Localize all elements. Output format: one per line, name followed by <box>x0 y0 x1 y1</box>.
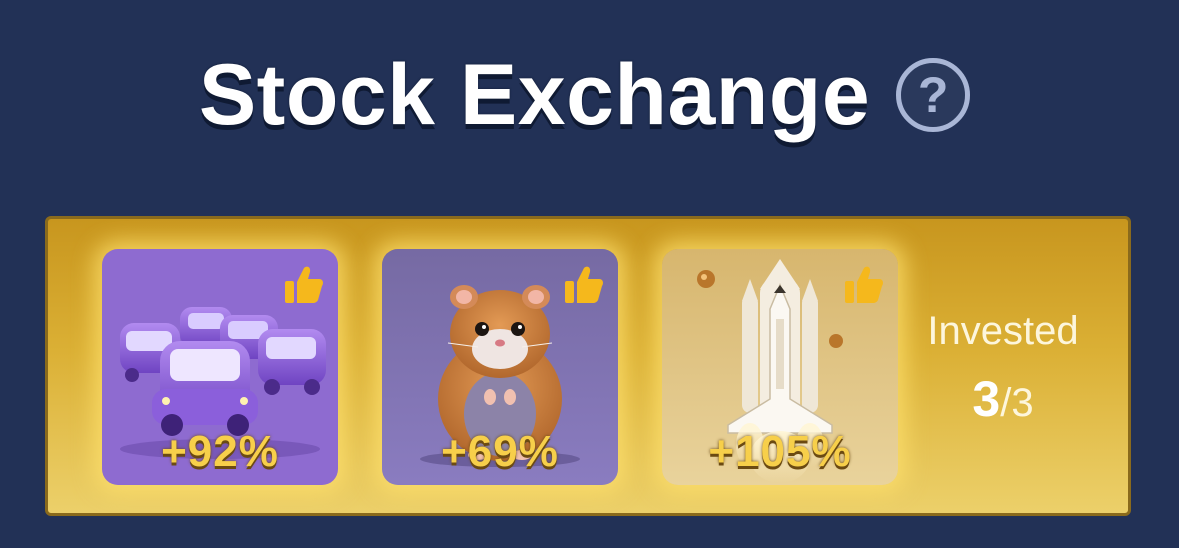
space-shuttle-card[interactable]: +105% <box>662 249 898 485</box>
hamster-card[interactable]: +69% <box>382 249 618 485</box>
invested-count: 3/3 <box>908 370 1098 428</box>
page-title: Stock Exchange <box>198 46 871 143</box>
invested-number: 3 <box>972 371 1001 427</box>
stock-exchange-screen: Stock Exchange ? +92% +69% +105% Investe… <box>0 0 1179 548</box>
header: Stock Exchange ? <box>0 40 1179 150</box>
percent-change: +105% <box>708 427 852 476</box>
help-button[interactable]: ? <box>896 58 971 132</box>
thumbs-up-icon <box>565 266 603 303</box>
purple-cars-card[interactable]: +92% <box>102 249 338 485</box>
percent-change: +92% <box>161 427 279 476</box>
percent-change: +69% <box>441 427 559 476</box>
thumbs-up-icon <box>845 266 883 303</box>
invested-label: Invested <box>927 309 1079 353</box>
investment-panel: +92% +69% +105% Invested 3/3 <box>45 216 1131 516</box>
thumbs-up-icon <box>285 266 323 303</box>
invested-summary: Invested 3/3 <box>908 309 1098 428</box>
question-circle-icon: ? <box>917 67 949 123</box>
invested-total: /3 <box>1000 381 1034 425</box>
